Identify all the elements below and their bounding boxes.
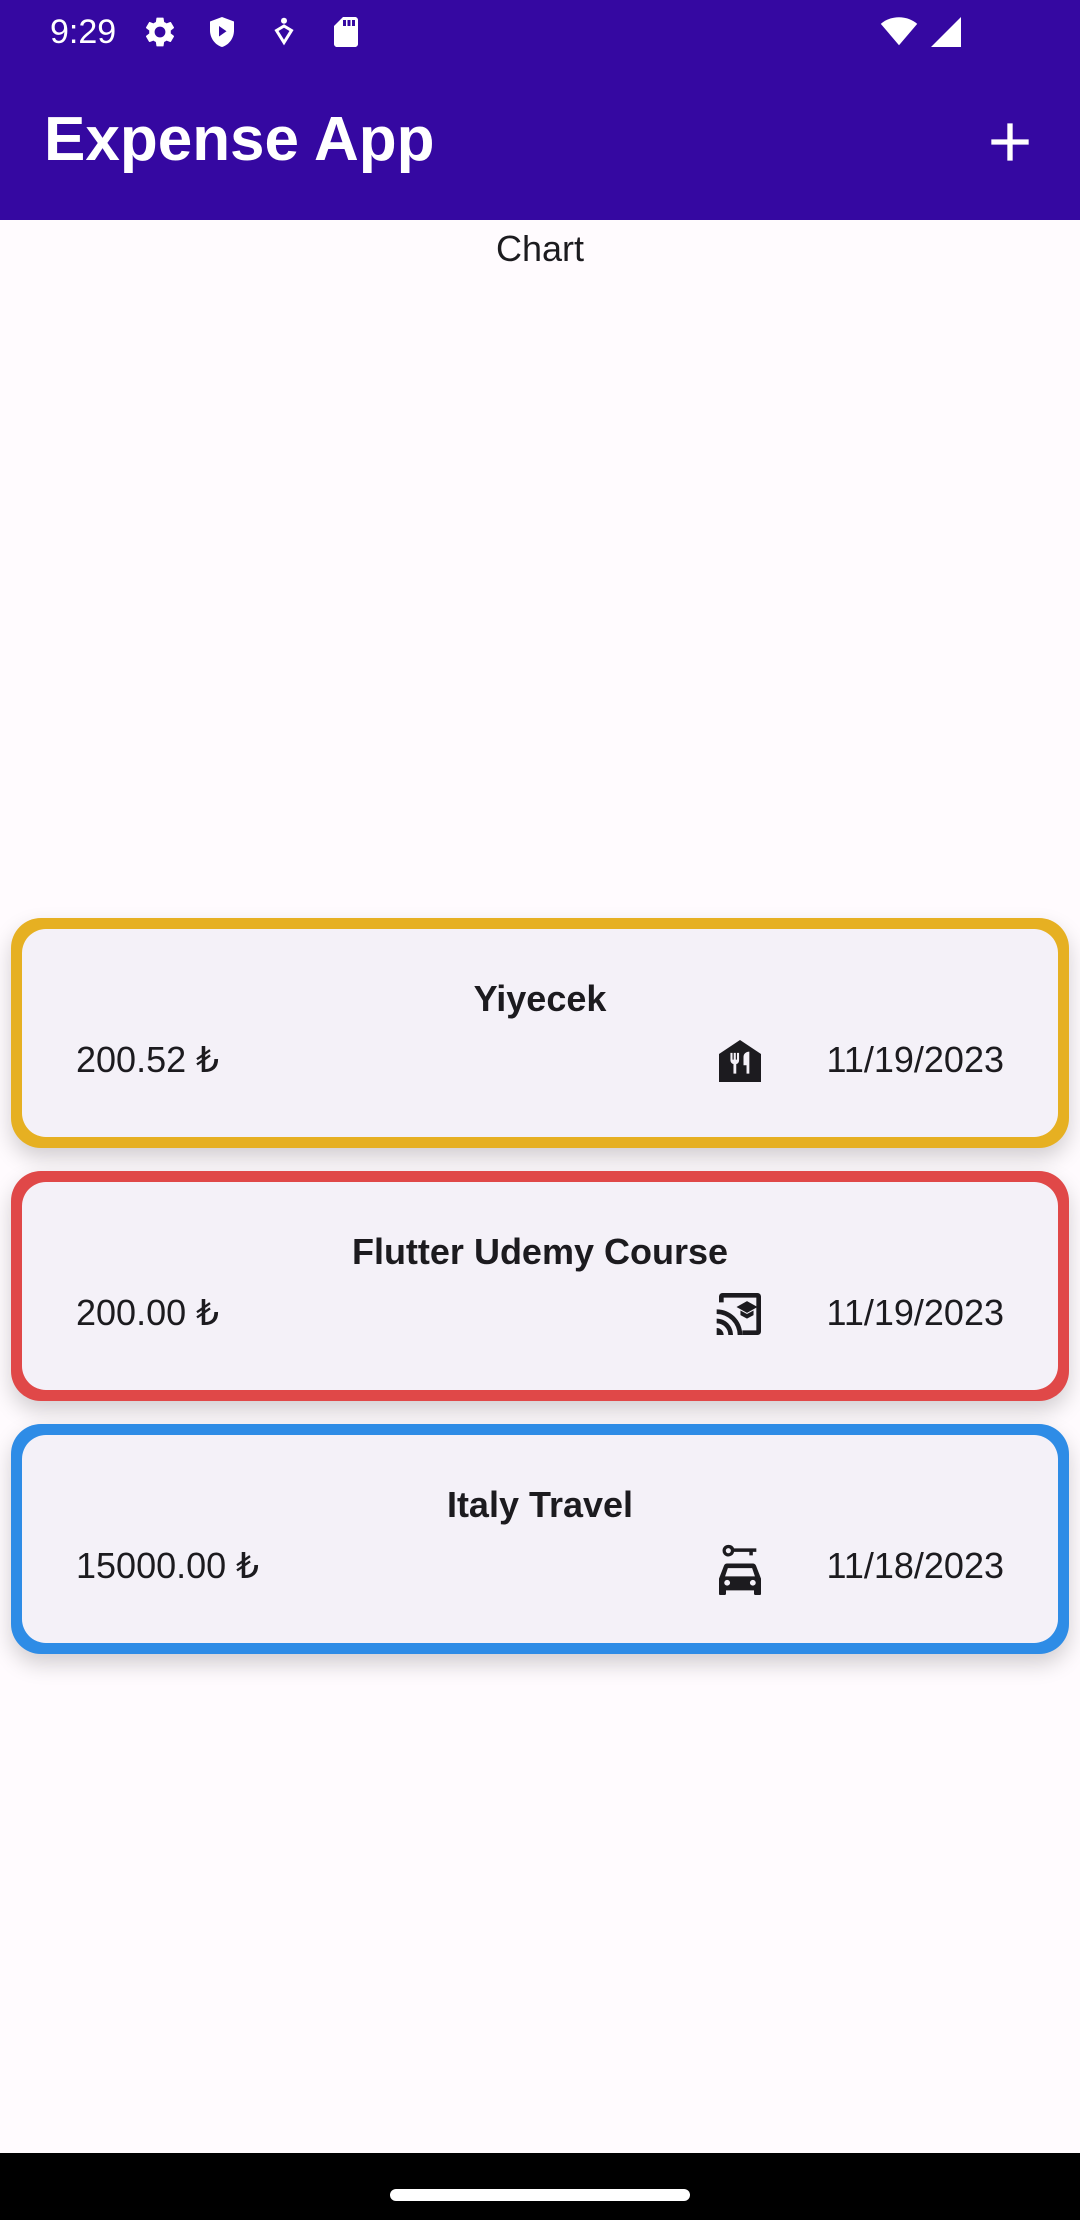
settings-icon [145, 17, 175, 47]
expense-title: Flutter Udemy Course [351, 1231, 729, 1272]
accessibility-icon [274, 17, 294, 46]
expense-title: Italy Travel [446, 1484, 634, 1525]
expense-amount: 200.00 ₺ [76, 1292, 220, 1333]
wifi-icon [880, 17, 918, 46]
expense-card[interactable]: Yiyecek 200.52 ₺ 11/19/2023 [11, 918, 1069, 1148]
app-title: Expense App [44, 105, 435, 174]
expense-card-body: Italy Travel 15000.00 ₺ 11/18/2023 [22, 1435, 1058, 1643]
expense-date: 11/18/2023 [826, 1545, 1004, 1586]
app-bar: Expense App [0, 64, 1080, 220]
expense-date: 11/19/2023 [826, 1292, 1004, 1333]
food-icon [719, 1040, 761, 1082]
expense-amount: 200.52 ₺ [76, 1039, 220, 1080]
status-bar: 9:29 [0, 0, 1080, 64]
chart-label: Chart [495, 228, 585, 269]
sd-card-icon [334, 17, 358, 47]
expense-date: 11/19/2023 [826, 1039, 1004, 1080]
cast-for-education-icon [716, 1293, 761, 1335]
expense-amount: 15000.00 ₺ [76, 1545, 260, 1586]
home-gesture-handle[interactable] [390, 2189, 690, 2201]
chart-area: Chart [0, 220, 1080, 900]
status-time: 9:29 [50, 13, 117, 51]
signal-icon [931, 17, 961, 47]
plus-icon [991, 123, 1029, 161]
expense-card[interactable]: Italy Travel 15000.00 ₺ 11/18/2023 [11, 1424, 1069, 1654]
expense-card-body: Flutter Udemy Course 200.00 ₺ 11/19/2023 [22, 1182, 1058, 1390]
add-expense-button[interactable] [970, 102, 1050, 182]
system-navigation-bar [0, 2153, 1080, 2220]
shield-play-icon [210, 17, 234, 47]
car-rental-icon [719, 1544, 761, 1595]
expense-card[interactable]: Flutter Udemy Course 200.00 ₺ 11/19/2023 [11, 1171, 1069, 1401]
expense-card-body: Yiyecek 200.52 ₺ 11/19/2023 [22, 929, 1058, 1137]
expense-title: Yiyecek [473, 978, 607, 1019]
